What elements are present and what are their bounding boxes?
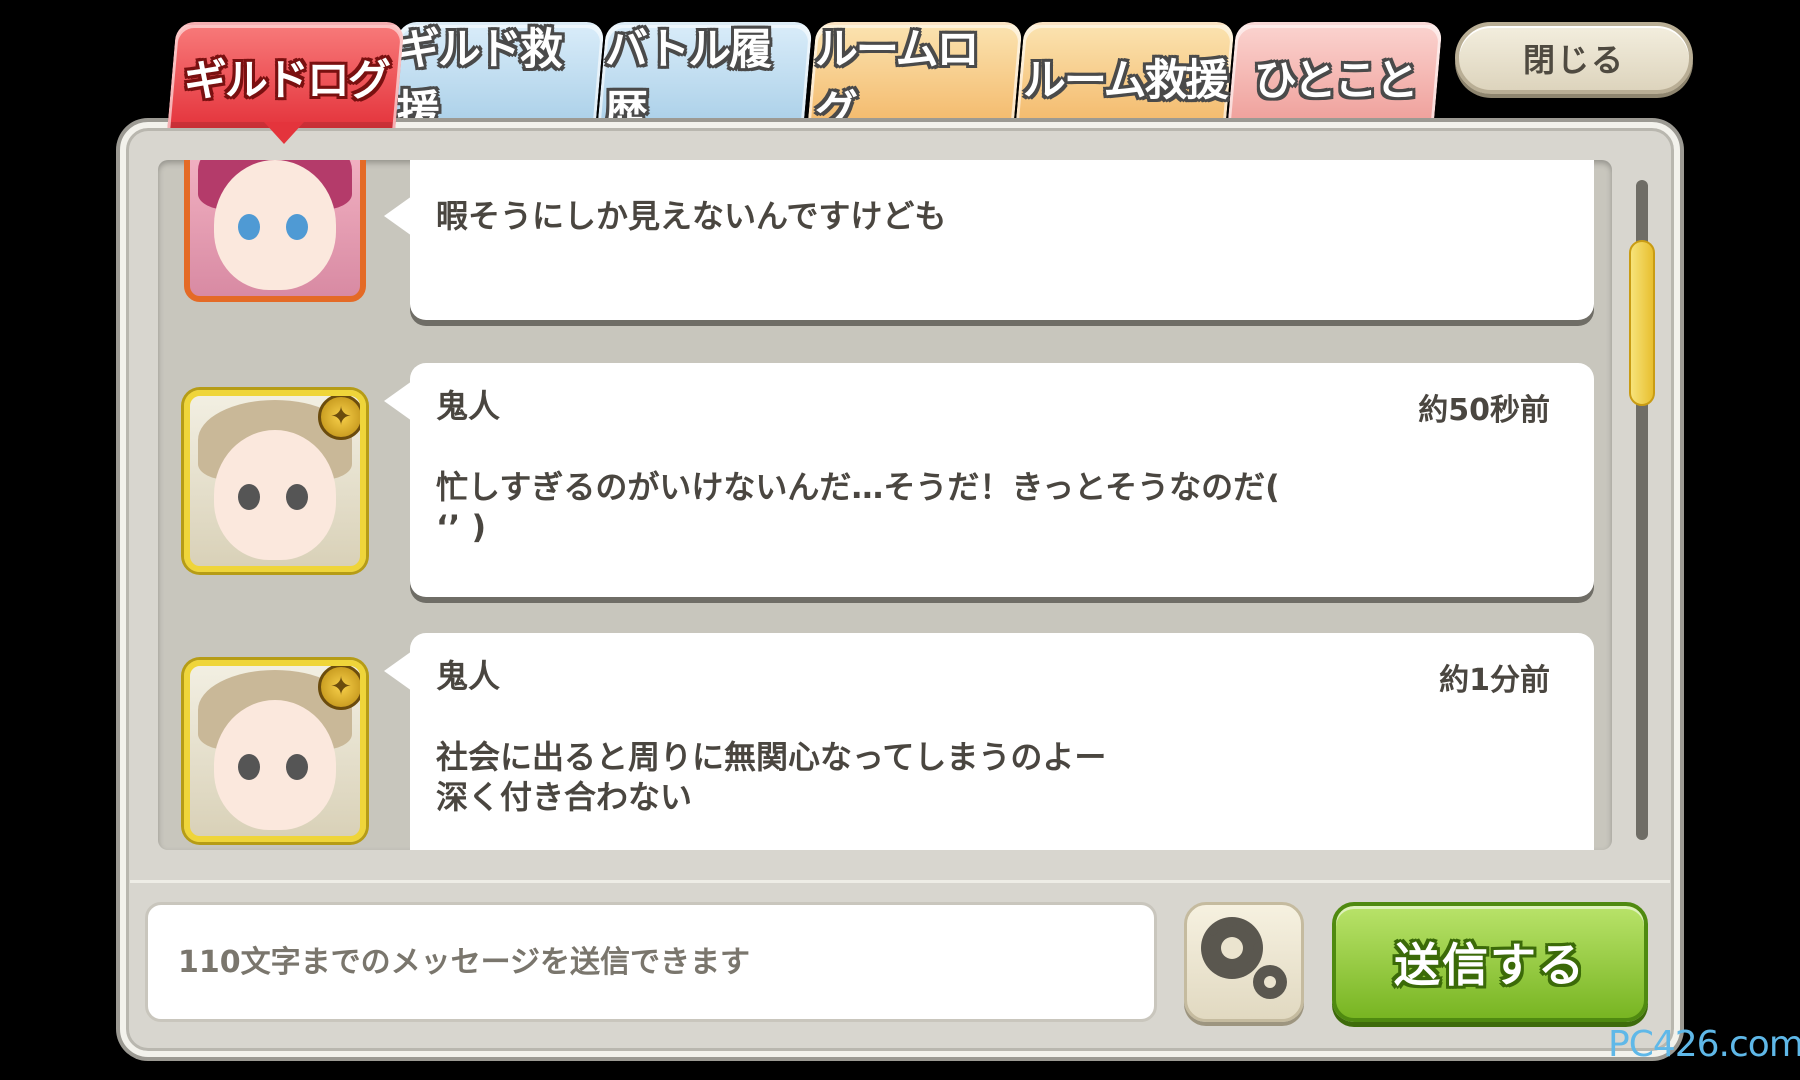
chat-settings-button[interactable]	[1184, 902, 1304, 1022]
rank-badge-icon: ✦	[318, 666, 360, 710]
blonde-girl-avatar[interactable]: ✦	[184, 660, 366, 842]
close-button-label: 閉じる	[1522, 41, 1625, 79]
watermark-logo: PC426.com	[1608, 1024, 1800, 1065]
message-text: 忙しすぎるのがいけないんだ…そうだ！きっとそうなのだ( ‘’ )	[436, 468, 1280, 546]
send-button-label: 送信する	[1394, 938, 1586, 992]
tab-label: ギルド救援	[396, 24, 561, 137]
send-button[interactable]: 送信する	[1332, 902, 1648, 1022]
gear-icon	[1201, 917, 1263, 979]
sender-name: 鬼人	[436, 657, 501, 695]
tab-room-log[interactable]: ルームログ	[807, 22, 1023, 137]
message-timestamp: 約50秒前	[1418, 393, 1550, 428]
message-input[interactable]	[145, 902, 1157, 1022]
avatar-eye	[238, 484, 260, 510]
message-bubble: 鬼人 約1分前 社会に出ると周りに無関心なってしまうのよー 深く付き合わない	[384, 633, 1594, 850]
message-text: 社会に出ると周りに無関心なってしまうのよー 深く付き合わない	[436, 738, 1107, 816]
divider	[130, 880, 1670, 883]
avatar-eye	[286, 754, 308, 780]
tab-label: ルームログ	[814, 24, 978, 137]
avatar-face	[214, 160, 336, 290]
message-text: 暇そうにしか見えないんですけども	[436, 197, 947, 235]
blonde-girl-avatar[interactable]: ✦	[184, 390, 366, 572]
sender-name: 鬼人	[436, 387, 501, 425]
message-bubble: 鬼人 約50秒前 忙しすぎるのがいけないんだ…そうだ！きっとそうなのだ( ‘’ …	[384, 363, 1594, 597]
avatar-eye	[286, 484, 308, 510]
rank-badge-icon: ✦	[318, 396, 360, 440]
tab-label: ルーム救援	[1023, 55, 1227, 106]
tab-hitokoto[interactable]: ひとこと	[1227, 22, 1443, 128]
avatar-eye	[238, 754, 260, 780]
avatar-face	[214, 430, 336, 560]
pink-hair-girl-avatar[interactable]	[184, 160, 366, 302]
avatar-eye	[286, 214, 308, 240]
close-button[interactable]: 閉じる	[1455, 22, 1693, 94]
tab-guild-log[interactable]: ギルドログ	[167, 22, 405, 128]
scrollbar-thumb[interactable]	[1629, 240, 1655, 406]
avatar-face	[214, 700, 336, 830]
tab-battle-history[interactable]: バトル履歴	[597, 22, 813, 137]
active-tab-pointer	[264, 122, 304, 144]
tab-label: ギルドログ	[183, 55, 389, 106]
tab-label: ひとこと	[1253, 55, 1417, 106]
tab-guild-rescue[interactable]: ギルド救援	[389, 22, 605, 137]
tab-room-rescue[interactable]: ルーム救援	[1015, 22, 1235, 128]
tab-label: バトル履歴	[604, 24, 771, 137]
message-timestamp: 約1分前	[1439, 663, 1550, 698]
avatar-eye	[238, 214, 260, 240]
small-gear-icon	[1253, 965, 1287, 999]
message-bubble: 暇そうにしか見えないんですけども	[384, 160, 1594, 320]
message-feed[interactable]: 暇そうにしか見えないんですけども ✦ 鬼人 約50秒前 忙しすぎるのがいけないん…	[158, 160, 1612, 850]
